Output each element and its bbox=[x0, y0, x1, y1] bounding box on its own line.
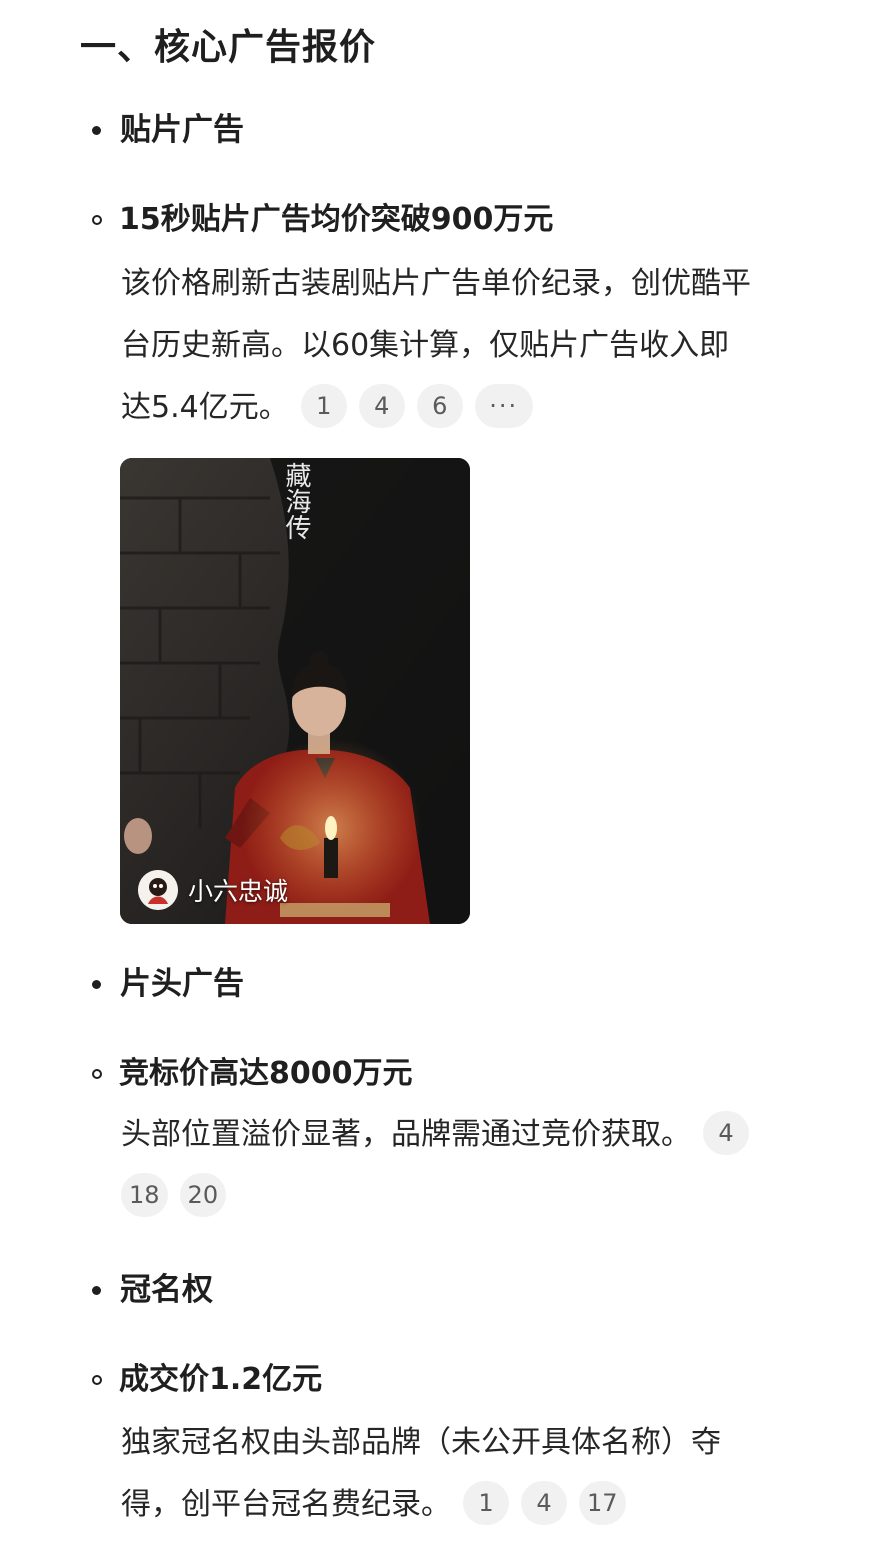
sub-bullet-dot bbox=[92, 1375, 102, 1385]
bullet-title: 冠名权 bbox=[120, 1272, 213, 1308]
bullet-dot bbox=[92, 979, 101, 989]
paragraph-line: 该价格刷新古装剧贴片广告单价纪录，创优酷平 bbox=[121, 266, 751, 301]
bullet-item-guanming: 冠名权 bbox=[92, 1267, 213, 1313]
section-heading: 一、核心广告报价 bbox=[80, 27, 377, 68]
citation-ref[interactable]: 6 bbox=[416, 383, 463, 428]
poster-title-text: 藏海传 bbox=[281, 462, 311, 540]
bullet-title: 片头广告 bbox=[120, 966, 244, 1002]
paragraph-line: 台历史新高。以60集计算，仅贴片广告收入即 bbox=[121, 328, 730, 363]
paragraph-line: 头部位置溢价显著，品牌需通过竞价获取。 bbox=[121, 1117, 691, 1152]
author-avatar[interactable] bbox=[138, 870, 178, 910]
citation-ref[interactable]: 18 bbox=[121, 1172, 168, 1217]
sub-item-title: 竞标价高达8000万元 bbox=[119, 1056, 413, 1091]
poster-title-calligraphy: 藏海传 bbox=[278, 462, 314, 548]
citation-ref[interactable]: 1 bbox=[300, 383, 347, 428]
citation-ref[interactable]: 4 bbox=[703, 1110, 749, 1155]
paragraph-line: 达5.4亿元。 bbox=[121, 390, 289, 425]
sub-item-deal-price: 成交价1.2亿元 bbox=[92, 1357, 322, 1403]
sub-bullet-dot bbox=[92, 1069, 102, 1079]
paragraph-line: 得，创平台冠名费纪录。 bbox=[121, 1487, 451, 1522]
citation-ref[interactable]: 4 bbox=[358, 383, 405, 428]
bullet-item-tiepian: 贴片广告 bbox=[92, 107, 244, 153]
paragraph-guanming: 独家冠名权由头部品牌（未公开具体名称）夺 得，创平台冠名费纪录。 1 4 17 bbox=[121, 1412, 841, 1536]
author-name[interactable]: 小六忠诚 bbox=[188, 872, 288, 908]
avatar-icon bbox=[138, 870, 178, 910]
sub-item-price-15s: 15秒贴片广告均价突破900万元 bbox=[92, 197, 553, 243]
sub-item-bid-price: 竞标价高达8000万元 bbox=[92, 1051, 413, 1097]
bullet-dot bbox=[92, 125, 101, 135]
drama-poster-image[interactable]: 藏海传 小六忠诚 bbox=[120, 458, 470, 924]
paragraph-tiepian: 该价格刷新古装剧贴片广告单价纪录，创优酷平 台历史新高。以60集计算，仅贴片广告… bbox=[121, 253, 841, 439]
bullet-title: 贴片广告 bbox=[120, 112, 244, 148]
sub-item-title: 成交价1.2亿元 bbox=[119, 1362, 323, 1397]
bullet-item-piantou: 片头广告 bbox=[92, 961, 244, 1007]
paragraph-line: 独家冠名权由头部品牌（未公开具体名称）夺 bbox=[121, 1425, 721, 1460]
article-page: 一、核心广告报价 贴片广告 15秒贴片广告均价突破900万元 该价格刷新古装剧贴… bbox=[0, 0, 896, 1555]
sub-item-title: 15秒贴片广告均价突破900万元 bbox=[119, 202, 554, 237]
image-author[interactable]: 小六忠诚 bbox=[138, 870, 288, 910]
citation-ref[interactable]: 20 bbox=[179, 1172, 227, 1217]
sub-bullet-dot bbox=[92, 215, 102, 225]
citation-ref[interactable]: 1 bbox=[463, 1480, 509, 1525]
more-citations-button[interactable]: ··· bbox=[474, 383, 533, 428]
citation-ref[interactable]: 4 bbox=[521, 1480, 567, 1525]
bullet-dot bbox=[92, 1285, 101, 1295]
citation-ref[interactable]: 17 bbox=[579, 1480, 626, 1525]
paragraph-piantou: 头部位置溢价显著，品牌需通过竞价获取。 4 18 20 bbox=[121, 1104, 841, 1228]
